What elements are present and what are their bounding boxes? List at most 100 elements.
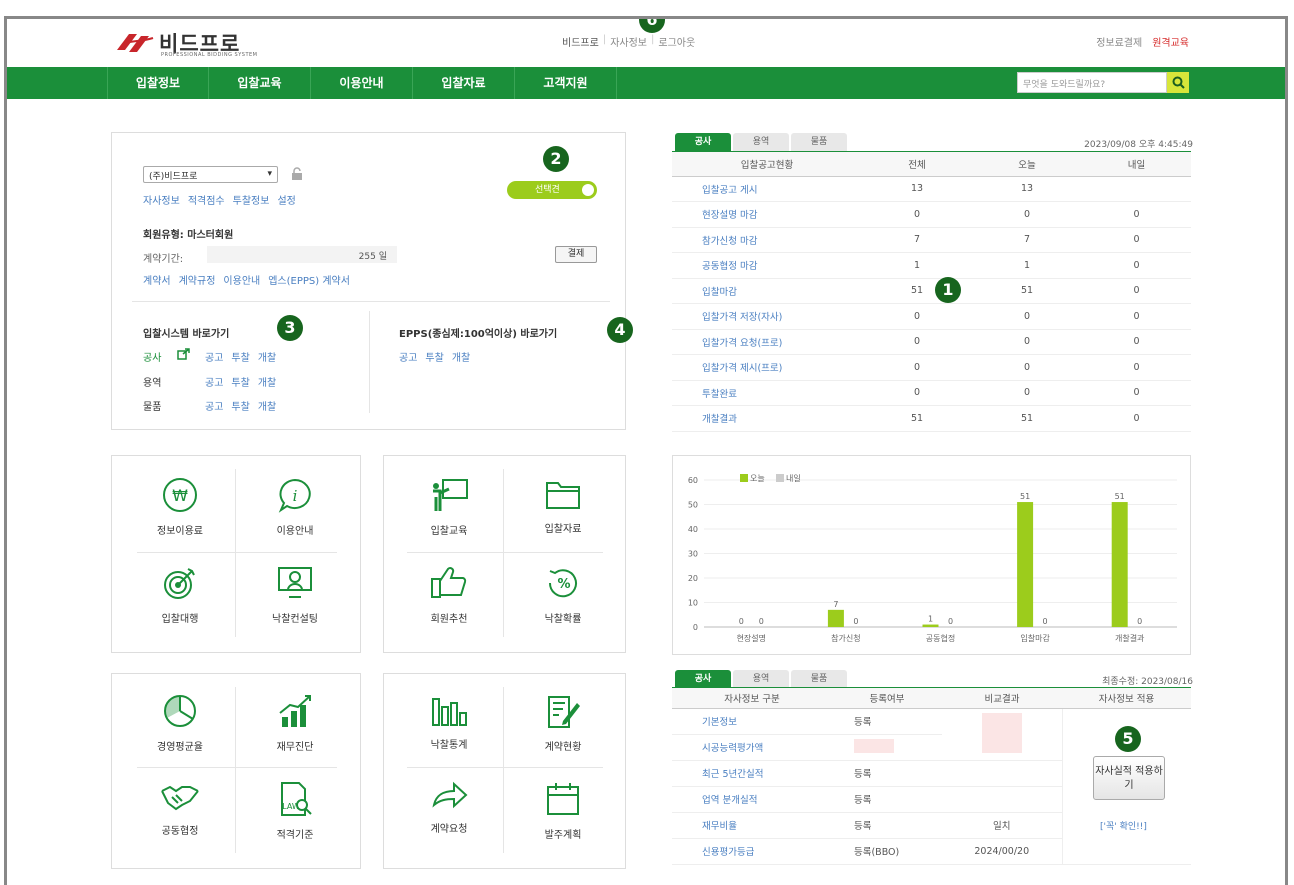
bidpro-logo[interactable]: 비드프로 PROFESSIONAL BIDDING SYSTEM: [115, 28, 257, 58]
col-header: 자사정보 적용: [1062, 688, 1191, 709]
link-epps-contract[interactable]: 엡스(EPPS) 계약서: [268, 272, 350, 287]
row-link[interactable]: 입찰마감: [672, 278, 862, 304]
tile-winning-consulting[interactable]: 낙찰컨설팅: [237, 545, 353, 633]
nav-bid-info[interactable]: 입찰정보: [107, 67, 209, 99]
row-link[interactable]: 업역 분개실적: [672, 786, 832, 813]
search-button[interactable]: [1167, 72, 1189, 93]
bar: [1111, 502, 1128, 627]
row-link[interactable]: 입찰가격 요청(프로): [672, 329, 862, 355]
pay-button[interactable]: 결제: [555, 246, 597, 263]
link-bid-info[interactable]: 투찰정보: [233, 192, 270, 207]
tile-contract-status[interactable]: 계약현황: [505, 673, 621, 761]
forward-arrow-icon: [432, 781, 468, 809]
nav-bid-education[interactable]: 입찰교육: [209, 67, 311, 99]
folder-icon: [546, 482, 580, 509]
tile-bid-education[interactable]: 입찰교육: [391, 457, 507, 545]
document-edit-icon: [548, 696, 580, 728]
table-row: 공동협정 마감 1 1 0: [672, 252, 1191, 279]
link-opening[interactable]: 개찰: [258, 398, 276, 413]
link-opening[interactable]: 개찰: [258, 374, 276, 389]
row-link[interactable]: 입찰공고 게시: [672, 176, 862, 202]
link-bid[interactable]: 투찰: [231, 398, 249, 413]
row-link[interactable]: 입찰가격 제시(프로): [672, 354, 862, 381]
row-link[interactable]: 투찰완료: [672, 380, 862, 406]
link-opening[interactable]: 개찰: [258, 349, 276, 364]
link-epps-announcement[interactable]: 공고: [399, 349, 417, 364]
svg-text:₩: ₩: [172, 486, 188, 505]
y-tick-label: 40: [688, 525, 698, 534]
col-header: 등록여부: [832, 688, 942, 709]
must-check-link[interactable]: ['꼭' 확인!!]: [1100, 819, 1147, 832]
tile-info-fee[interactable]: ₩ 정보이용료: [122, 457, 238, 545]
tile-contract-request[interactable]: 계약요청: [391, 761, 507, 849]
row-link[interactable]: 현장설명 마감: [672, 201, 862, 228]
chevron-down-icon: ▾: [267, 169, 272, 179]
link-announcement[interactable]: 공고: [205, 398, 223, 413]
top-link-bidpro[interactable]: 비드프로: [562, 34, 599, 49]
annotation-badge-3: 3: [277, 315, 303, 341]
tab-goods[interactable]: 물품: [791, 670, 847, 688]
link-usage-guide[interactable]: 이용안내: [223, 272, 260, 287]
link-announcement[interactable]: 공고: [205, 374, 223, 389]
link-bid[interactable]: 투찰: [231, 349, 249, 364]
bar: [1017, 502, 1034, 627]
top-link-company-info[interactable]: 자사정보: [610, 34, 647, 49]
y-tick-label: 20: [688, 574, 698, 583]
nav-bid-materials[interactable]: 입찰자료: [413, 67, 515, 99]
row-link[interactable]: 기본정보: [672, 708, 832, 735]
row-link[interactable]: 공동협정 마감: [672, 252, 862, 279]
remote-education-link[interactable]: 원격교육: [1152, 34, 1189, 49]
row-link[interactable]: 입찰가격 저장(자사): [672, 303, 862, 330]
top-link-logout[interactable]: 로그아웃: [658, 34, 695, 49]
info-fee-payment-link[interactable]: 정보료결제: [1096, 34, 1142, 49]
external-link-icon[interactable]: [177, 348, 191, 360]
lock-icon[interactable]: [291, 167, 303, 180]
row-link[interactable]: 신용평가등급: [672, 838, 832, 865]
tile-usage-guide[interactable]: i 이용안내: [237, 457, 353, 545]
tile-joint-agreement[interactable]: 공동협정: [122, 761, 238, 849]
table-row: 입찰가격 저장(자사) 0 0 0: [672, 303, 1191, 330]
tile-winning-probability[interactable]: % 낙찰확률: [505, 545, 621, 633]
logo-subtitle: PROFESSIONAL BIDDING SYSTEM: [161, 52, 258, 58]
tile-bid-materials[interactable]: 입찰자료: [505, 457, 621, 545]
search-input[interactable]: 무엇을 도와드릴까요?: [1017, 72, 1167, 93]
link-announcement[interactable]: 공고: [205, 349, 223, 364]
status-datetime: 2023/09/08 오후 4:45:49: [1084, 140, 1193, 150]
tab-construction[interactable]: 공사: [675, 670, 731, 688]
link-settings[interactable]: 설정: [277, 192, 295, 207]
link-epps-opening[interactable]: 개찰: [452, 349, 470, 364]
row-link[interactable]: 최근 5년간실적: [672, 760, 832, 787]
tile-bid-agency[interactable]: 입찰대행: [122, 545, 238, 633]
tile-qualification-criteria[interactable]: LAW 적격기준: [237, 761, 353, 849]
link-company-info[interactable]: 자사정보: [143, 192, 180, 207]
tile-management-average[interactable]: 경영평균율: [122, 673, 238, 761]
row-link[interactable]: 재무비율: [672, 812, 832, 839]
tile-member-recommend[interactable]: 회원추천: [391, 545, 507, 633]
apply-company-record-button[interactable]: 자사실적 적용하기: [1093, 756, 1165, 800]
link-contract[interactable]: 계약서: [143, 272, 171, 287]
col-header: 오늘: [972, 152, 1082, 177]
nav-usage-guide[interactable]: 이용안내: [311, 67, 413, 99]
company-select[interactable]: (주)비드프로 ▾: [143, 166, 278, 183]
link-bid[interactable]: 투찰: [231, 374, 249, 389]
tab-goods[interactable]: 물품: [791, 133, 847, 151]
row-link[interactable]: 참가신청 마감: [672, 227, 862, 253]
link-qualification-score[interactable]: 적격점수: [188, 192, 225, 207]
table-row: 참가신청 마감 7 7 0: [672, 227, 1191, 253]
link-epps-bid[interactable]: 투찰: [425, 349, 443, 364]
tab-construction[interactable]: 공사: [675, 133, 731, 151]
shortcut-goods-links: 공고 투찰 개찰: [205, 398, 276, 413]
tab-service[interactable]: 용역: [733, 133, 789, 151]
bar: [922, 624, 939, 627]
annotation-badge-1: 1: [935, 277, 961, 303]
row-link[interactable]: 시공능력평가액: [672, 734, 832, 761]
y-tick-label: 10: [688, 599, 698, 608]
tab-service[interactable]: 용역: [733, 670, 789, 688]
link-contract-rules[interactable]: 계약규정: [179, 272, 216, 287]
row-link[interactable]: 개찰결과: [672, 405, 862, 432]
tile-order-plan[interactable]: 발주계획: [505, 761, 621, 849]
mode-toggle[interactable]: 선택견: [507, 181, 597, 199]
tile-winning-statistics[interactable]: 낙찰통계: [391, 673, 507, 761]
nav-customer-support[interactable]: 고객지원: [515, 67, 617, 99]
tile-financial-diagnosis[interactable]: 재무진단: [237, 673, 353, 761]
